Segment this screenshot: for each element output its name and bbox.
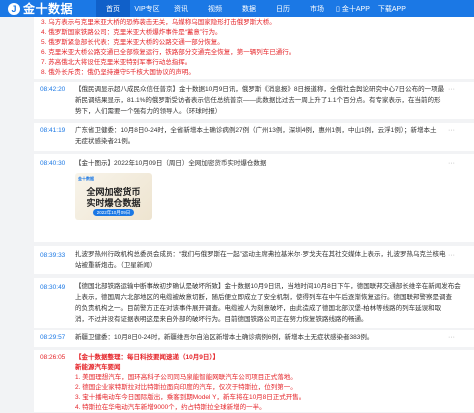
logo-text: 金十数据 bbox=[23, 2, 74, 16]
item-time: 08:40:30 bbox=[40, 160, 66, 167]
item-text-line: 无症状感染者21例。 bbox=[75, 138, 135, 145]
top-nav: J 金十数据 首页 VIP专区 资讯 视频 数据 日历 市场 ▯ 金十APP 下… bbox=[0, 0, 474, 17]
item-text-line: 消，不过并没有证据表明这是来自外部的破坏行为。目前德国铁路公司正在努力恢复铁路线… bbox=[75, 316, 368, 323]
more-icon[interactable]: ··· bbox=[448, 284, 455, 291]
nav-home[interactable]: 首页 bbox=[96, 0, 130, 17]
more-icon[interactable]: ··· bbox=[448, 127, 455, 134]
thumb-date: 2022年10月09日 bbox=[93, 209, 134, 216]
item-text-line: 【俄民调显示超八成民众信任普京】金十数据10月9日讯，俄罗斯《消息报》8日报道称… bbox=[75, 86, 445, 93]
top-line-6: 8. 俄外长斥责：俄仍坚持遵守5千核大国协议的声明。 bbox=[41, 69, 195, 76]
item-text-line: 新民调结果显示，81.1%的俄罗斯受访者表示信任总统普京——此数据比过去一周上升… bbox=[75, 97, 441, 104]
thumb-logo: 金十数据 bbox=[78, 176, 94, 181]
nav-app-link[interactable]: ▯ 金十APP bbox=[336, 4, 370, 14]
item-text-line: 扎波罗热州行政机构总委员会成员：“我们与俄罗斯在一起”运动主席弗拉基米尔·罗戈夫… bbox=[75, 251, 446, 258]
item-time: 08:26:05 bbox=[40, 354, 66, 361]
nav-news[interactable]: 资讯 bbox=[164, 0, 198, 17]
nav-market[interactable]: 市场 bbox=[300, 0, 334, 17]
nav-app-label: 金十APP bbox=[341, 5, 370, 13]
logo[interactable]: J 金十数据 bbox=[0, 0, 96, 17]
nav-vip[interactable]: VIP专区 bbox=[130, 0, 164, 17]
item-text-line: 上表示，德国周六北部地区的电缆被故意切断，随后便立即成立了安全机制，使得列车在中… bbox=[75, 294, 452, 301]
item-text-line: 广东省卫健委：10月8日0-24时，全省新增本土确诊病例27例（广州13例，深圳… bbox=[75, 127, 437, 134]
more-icon[interactable]: ··· bbox=[448, 334, 455, 341]
item-time: 08:39:33 bbox=[40, 252, 66, 259]
item-time: 08:30:49 bbox=[40, 284, 66, 291]
item-text-line: 的负责机构之一。目前警方正在对该事件展开调查。电缆被人为刻意破坏，由此造成了德国… bbox=[75, 305, 442, 312]
item-text-line: 新疆卫健委：10月8日0-24时，新疆维吾尔自治区新增本土确诊病例6例，新增本土… bbox=[75, 334, 374, 341]
item-text-line: 势下，人们需要一个强有力的领导人。（环球时报） bbox=[75, 108, 222, 115]
item-text-line: 站被重新炮击。（卫星新闻） bbox=[75, 262, 157, 269]
crypto-liquidation-image[interactable]: 金十数据 全网加密货币 实时爆仓数据 2022年10月09日 bbox=[75, 173, 152, 220]
item-text-line: 【德国北部铁路运输中断事故初步确认是破坏所致】金十数据10月9日讯，当地时间10… bbox=[75, 283, 461, 290]
item-time: 08:29:57 bbox=[40, 334, 66, 341]
nav-video[interactable]: 视频 bbox=[198, 0, 232, 17]
phone-icon: ▯ bbox=[336, 5, 340, 13]
nav-data[interactable]: 数据 bbox=[232, 0, 266, 17]
item-time: 08:41:19 bbox=[40, 127, 66, 134]
nav-calendar[interactable]: 日历 bbox=[266, 0, 300, 17]
item-text-line: 【金十图示】2022年10月09日（周日）全网加密货币实时爆仓数据 bbox=[75, 160, 267, 167]
more-icon[interactable]: ··· bbox=[448, 86, 455, 93]
logo-icon: J bbox=[8, 2, 20, 15]
more-icon[interactable]: ··· bbox=[448, 252, 455, 259]
more-icon[interactable]: ··· bbox=[448, 160, 455, 167]
item-text-line: 4. 特斯拉在华电动汽车新增9000个，约占特斯拉全球新增的一半。 bbox=[75, 404, 266, 411]
nav-download[interactable]: 下载APP bbox=[378, 4, 406, 14]
thumb-title-2: 实时爆仓数据 bbox=[86, 198, 141, 208]
item-time: 08:42:20 bbox=[40, 86, 66, 93]
